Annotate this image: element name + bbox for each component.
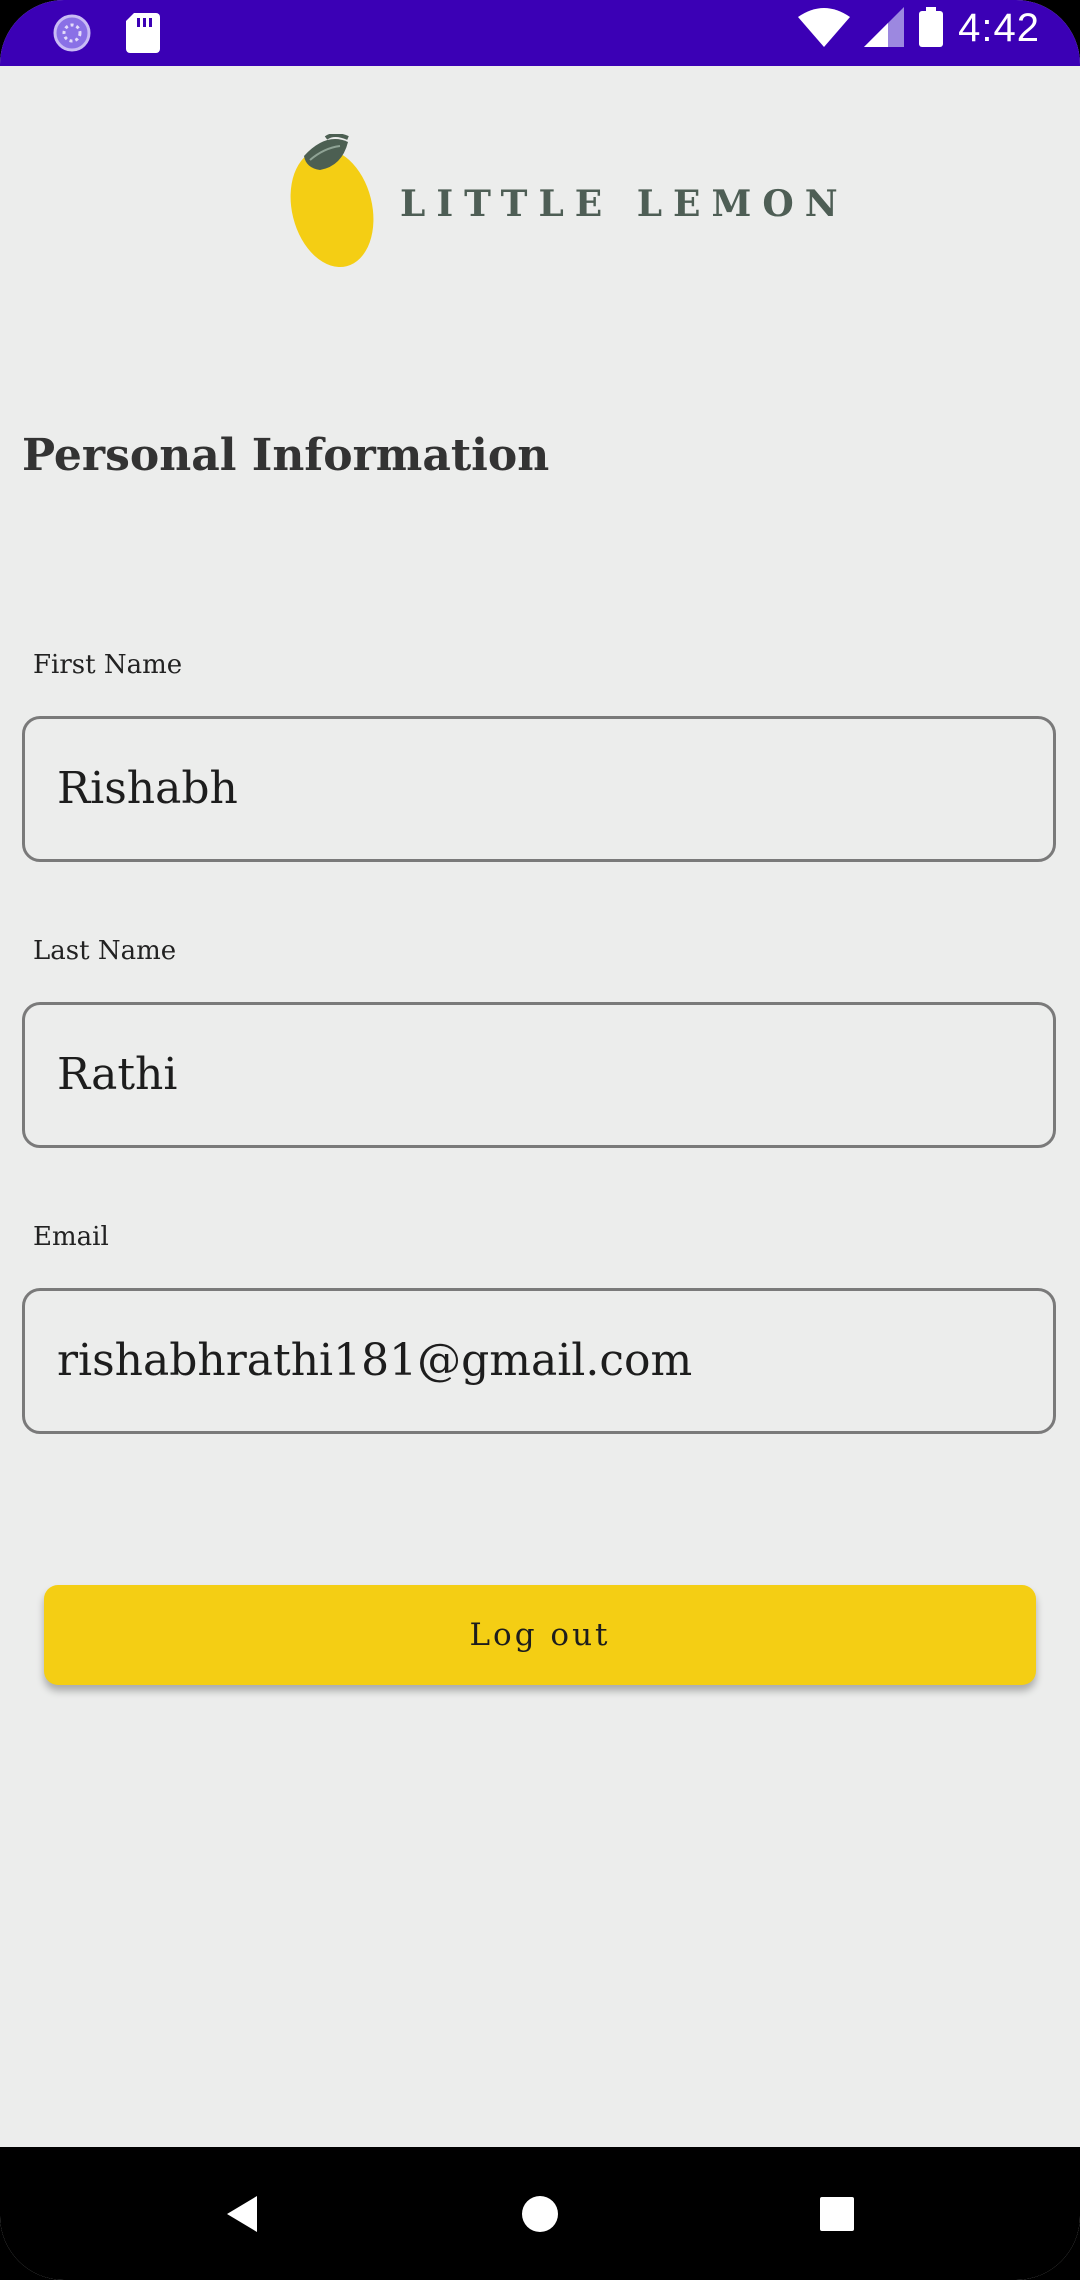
status-bar-left [52, 13, 160, 57]
status-bar: 4:42 [0, 0, 1080, 66]
navigation-bar [0, 2147, 1080, 2280]
logo-text: LITTLE LEMON [400, 183, 849, 225]
last-name-label: Last Name [33, 936, 177, 966]
email-field[interactable]: rishabhrathi181@gmail.com [22, 1288, 1056, 1434]
sd-card-icon [126, 13, 160, 57]
email-label: Email [33, 1222, 109, 1252]
last-name-field[interactable]: Rathi [22, 1002, 1056, 1148]
home-icon[interactable] [515, 2189, 565, 2239]
first-name-field[interactable]: Rishabh [22, 716, 1056, 862]
back-icon[interactable] [218, 2189, 268, 2239]
page-title: Personal Information [22, 430, 550, 481]
app-screen: 4:42 LITTLE LEMON Personal Information F… [0, 0, 1080, 2280]
battery-icon [918, 6, 944, 51]
lemon-icon [290, 133, 380, 274]
app-status-icon [52, 13, 92, 57]
first-name-label: First Name [33, 650, 183, 680]
status-bar-right: 4:42 [798, 6, 1040, 51]
recents-icon[interactable] [812, 2189, 862, 2239]
last-name-value[interactable]: Rathi [57, 1049, 177, 1100]
first-name-value[interactable]: Rishabh [57, 763, 238, 814]
wifi-icon [798, 7, 851, 51]
status-clock: 4:42 [958, 6, 1040, 50]
app-logo: LITTLE LEMON [290, 133, 849, 274]
logout-button[interactable]: Log out [44, 1585, 1036, 1685]
email-value[interactable]: rishabhrathi181@gmail.com [57, 1335, 692, 1386]
cell-signal-icon [864, 6, 905, 51]
